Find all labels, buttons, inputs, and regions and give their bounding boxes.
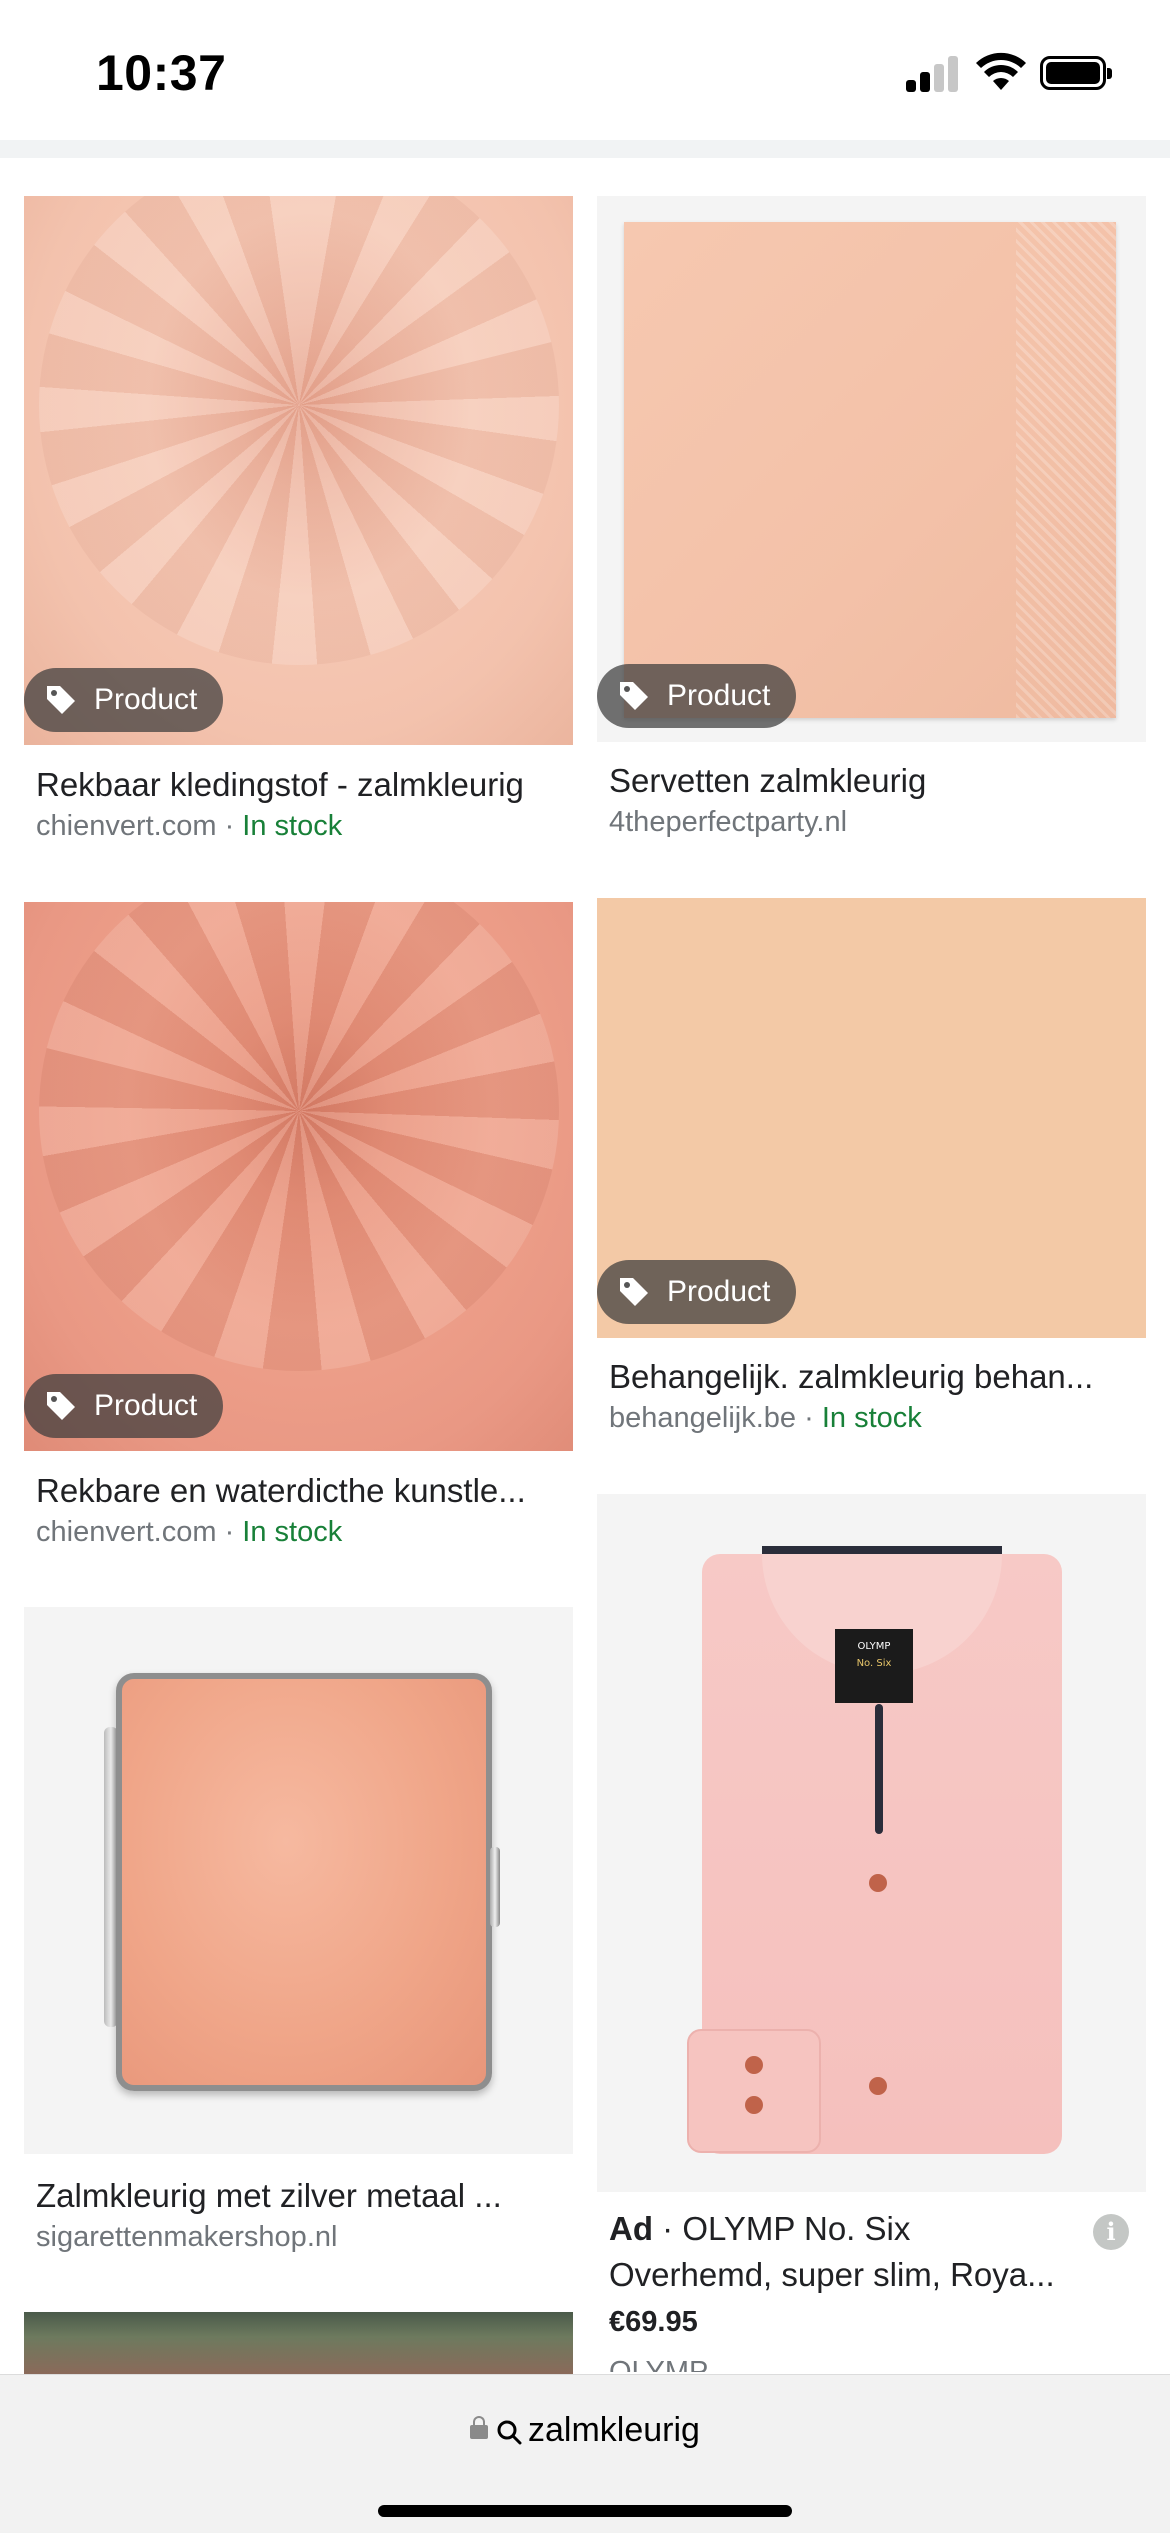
result-source[interactable]: sigarettenmakershop.nl: [36, 2221, 337, 2253]
battery-icon: [1040, 56, 1112, 90]
home-indicator[interactable]: [378, 2505, 792, 2517]
badge-label: Product: [667, 679, 771, 712]
fabric-swirl: [38, 902, 559, 1371]
address-text: zalmkleurig: [528, 2411, 700, 2449]
info-icon[interactable]: i: [1093, 2214, 1129, 2250]
cellular-signal-icon: [906, 56, 960, 92]
badge-label: Product: [667, 1275, 771, 1308]
tag-icon: [47, 1392, 75, 1420]
result-meta: chienvert.com · In stock: [36, 810, 342, 843]
product-image[interactable]: Product: [597, 898, 1146, 1338]
product-image[interactable]: Product: [24, 902, 573, 1451]
product-image[interactable]: Product: [597, 196, 1146, 742]
lock-icon: [470, 2416, 489, 2439]
tag-icon: [620, 682, 648, 710]
shirt-label-line: No. Six: [856, 1658, 892, 1669]
ad-title-line2[interactable]: Overhemd, super slim, Roya...: [609, 2256, 1055, 2294]
result-title[interactable]: Rekbaar kledingstof - zalmkleurig: [36, 766, 566, 804]
result-card[interactable]: Zalmkleurig met zilver metaal ... sigare…: [24, 1607, 573, 2267]
ad-merchant: OLYMP: [609, 2356, 709, 2372]
shirt-label: OLYMP No. Six: [835, 1629, 913, 1703]
ad-title-line1[interactable]: Ad · OLYMP No. Six: [609, 2210, 910, 2248]
meta-separator: ·: [216, 1516, 243, 1548]
browser-bottom-bar: zalmkleurig: [0, 2374, 1170, 2533]
result-title[interactable]: Servetten zalmkleurig: [609, 762, 1139, 800]
result-meta: behangelijk.be · In stock: [609, 1402, 922, 1435]
shirt-button: [869, 2077, 887, 2095]
product-badge: Product: [24, 668, 224, 732]
ad-result-card[interactable]: OLYMP No. Six Ad · OLYMP No. Six i Overh…: [597, 1494, 1146, 2374]
result-source[interactable]: 4theperfectparty.nl: [609, 806, 847, 838]
tag-icon: [620, 1278, 648, 1306]
ad-separator: ·: [653, 2210, 683, 2247]
stock-status: In stock: [242, 1516, 343, 1548]
search-icon: [497, 2420, 522, 2445]
stock-status: In stock: [242, 810, 343, 842]
shirt-button: [745, 2096, 763, 2114]
ad-price: €69.95: [609, 2306, 698, 2338]
result-card[interactable]: Product Rekbaar kledingstof - zalmkleuri…: [24, 196, 573, 856]
result-title[interactable]: Behangelijk. zalmkleurig behan...: [609, 1358, 1139, 1396]
result-source[interactable]: chienvert.com: [36, 1516, 217, 1548]
product-image[interactable]: [24, 2312, 573, 2374]
result-source[interactable]: behangelijk.be: [609, 1402, 796, 1434]
status-bar: 10:37: [0, 0, 1170, 140]
tag-icon: [47, 686, 75, 714]
result-card[interactable]: Product Behangelijk. zalmkleurig behan..…: [597, 898, 1146, 1458]
shirt-label-brand: OLYMP: [857, 1641, 891, 1652]
case-body: [116, 1673, 492, 2091]
shirt-button: [745, 2056, 763, 2074]
product-image[interactable]: OLYMP No. Six: [597, 1494, 1146, 2192]
result-card[interactable]: Product Rekbare en waterdicthe kunstle..…: [24, 902, 573, 1562]
result-card[interactable]: Product Servetten zalmkleurig 4theperfec…: [597, 196, 1146, 856]
meta-separator: ·: [216, 810, 243, 842]
ad-title-text: OLYMP No. Six: [682, 2210, 911, 2247]
result-title[interactable]: Rekbare en waterdicthe kunstle...: [36, 1472, 566, 1510]
badge-label: Product: [94, 683, 198, 716]
napkin-sheet: [624, 222, 1116, 718]
wifi-icon: [976, 52, 1026, 90]
meta-separator: ·: [796, 1402, 822, 1434]
stock-status: In stock: [821, 1402, 922, 1434]
product-image[interactable]: [24, 1607, 573, 2154]
fabric-swirl: [38, 196, 559, 665]
result-source[interactable]: chienvert.com: [36, 810, 217, 842]
case-clasp: [490, 1847, 500, 1927]
result-meta: 4theperfectparty.nl: [609, 806, 847, 839]
result-meta: sigarettenmakershop.nl: [36, 2221, 337, 2254]
result-meta: chienvert.com · In stock: [36, 1516, 342, 1549]
result-title[interactable]: Zalmkleurig met zilver metaal ...: [36, 2177, 566, 2215]
badge-label: Product: [94, 1389, 198, 1422]
product-badge: Product: [24, 1374, 224, 1438]
section-divider: [0, 140, 1170, 158]
shirt-cuff: [687, 2029, 821, 2153]
product-badge: Product: [597, 1260, 797, 1324]
address-bar[interactable]: zalmkleurig: [0, 2411, 1170, 2450]
ad-label: Ad: [609, 2210, 653, 2247]
status-time: 10:37: [96, 45, 227, 101]
product-badge: Product: [597, 664, 797, 728]
shirt-button: [869, 1874, 887, 1892]
product-image[interactable]: Product: [24, 196, 573, 745]
shirt-placket: [875, 1704, 883, 1834]
